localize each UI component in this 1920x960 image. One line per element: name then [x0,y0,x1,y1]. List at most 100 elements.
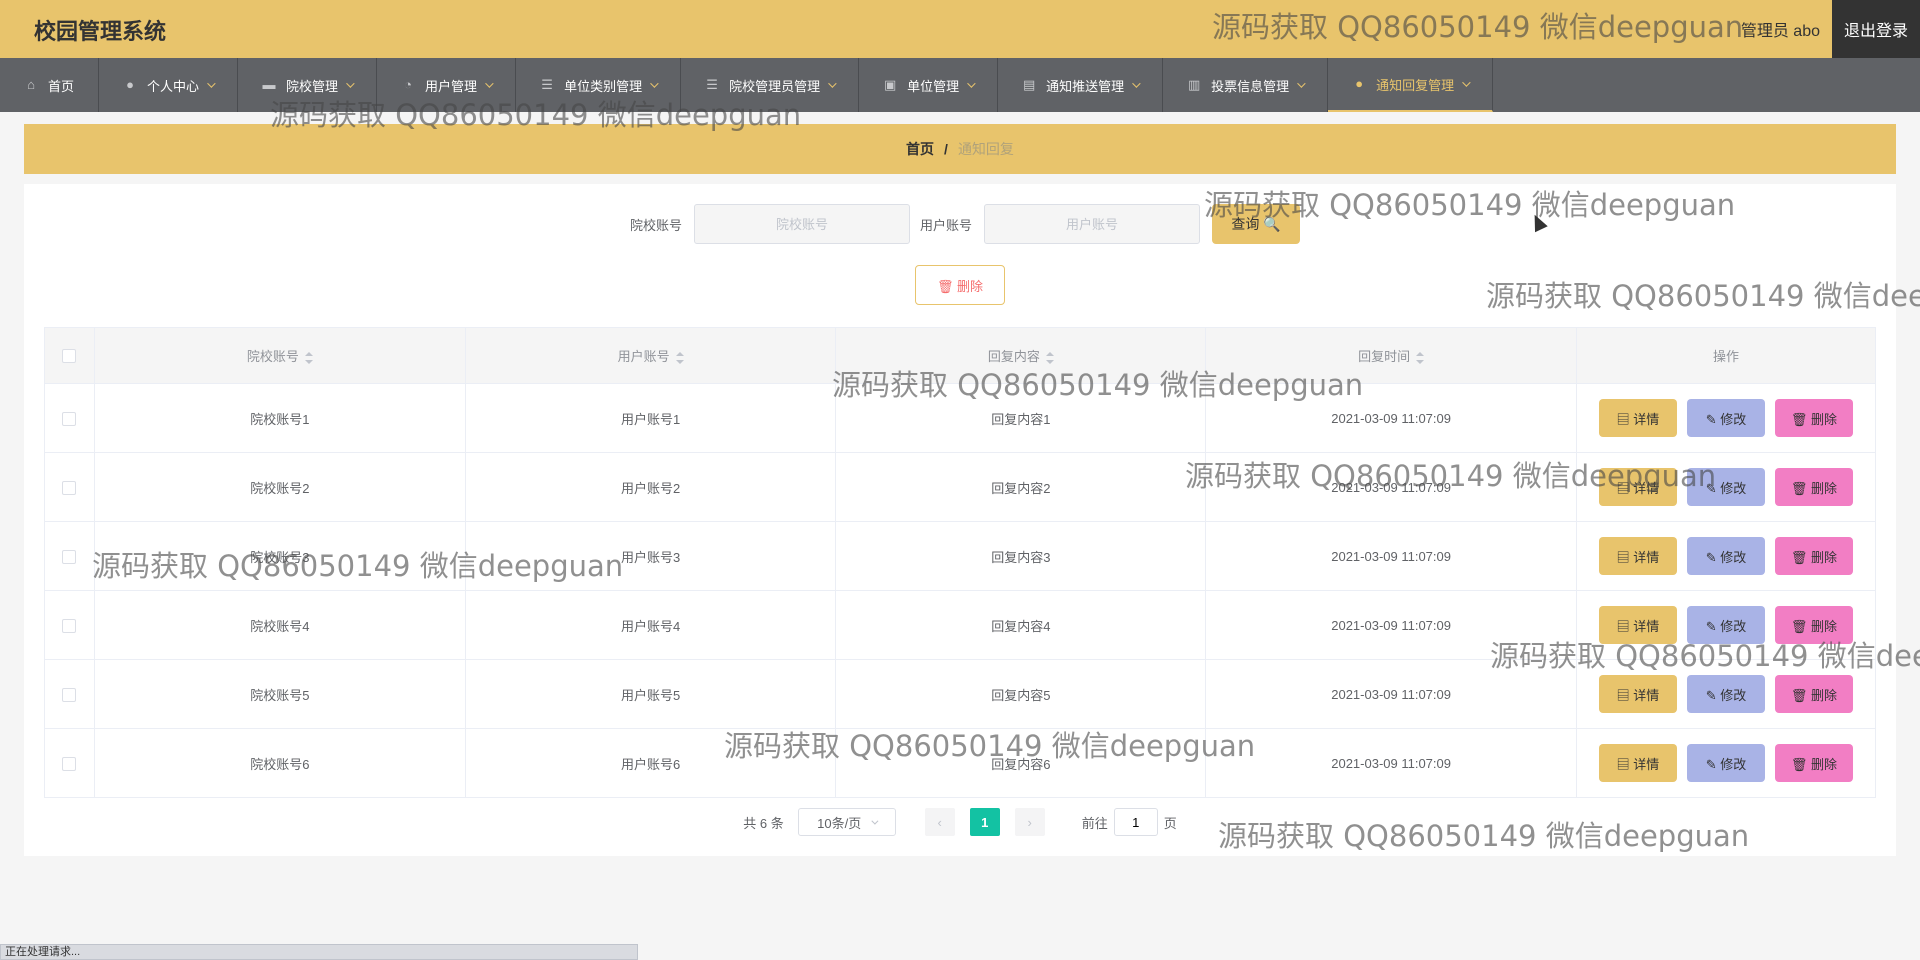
cell-actions: ▤ 详情 ✎ 修改 🗑 删除 [1576,590,1876,660]
table-row: 院校账号1 用户账号1 回复内容1 2021-03-09 11:07:09 ▤ … [44,383,1876,453]
cell-school: 院校账号2 [94,452,466,522]
column-header-school[interactable]: 院校账号 [94,327,466,384]
column-header-actions: 操作 [1576,327,1876,384]
nav-item-notice-reply-management[interactable]: ● 通知回复管理 [1328,58,1494,112]
search-form: 院校账号 用户账号 查询 🔍 [24,204,1896,244]
delete-button[interactable]: 🗑 删除 [1775,537,1853,575]
content-panel: 院校账号 用户账号 查询 🔍 🗑 删除 院校账号 用户账号 回复内容 回复时间 … [24,184,1896,856]
breadcrumb-home[interactable]: 首页 [906,139,934,159]
batch-delete-button[interactable]: 🗑 删除 [915,265,1005,305]
breadcrumb-separator: / [944,141,948,157]
detail-button[interactable]: ▤ 详情 [1599,399,1677,437]
delete-button[interactable]: 🗑 删除 [1775,468,1853,506]
column-header-user[interactable]: 用户账号 [465,327,837,384]
edit-button[interactable]: ✎ 修改 [1687,744,1765,782]
cell-actions: ▤ 详情 ✎ 修改 🗑 删除 [1576,728,1876,798]
goto-page-input[interactable] [1113,808,1158,836]
cell-actions: ▤ 详情 ✎ 修改 🗑 删除 [1576,452,1876,522]
sort-icon[interactable] [675,351,684,364]
reply-table: 院校账号 用户账号 回复内容 回复时间 操作 院校账号1 用户账号1 回复内容1… [44,327,1876,798]
detail-button[interactable]: ▤ 详情 [1599,744,1677,782]
prev-page-button[interactable]: ‹ [924,808,955,836]
chevron-left-icon: ‹ [937,814,942,830]
batch-actions: 🗑 删除 [24,265,1896,305]
detail-button[interactable]: ▤ 详情 [1599,675,1677,713]
user-area: 管理员 abo 退出登录 [1741,0,1920,58]
nav-item-label: 个人中心 [147,78,200,94]
table-row: 院校账号4 用户账号4 回复内容4 2021-03-09 11:07:09 ▤ … [44,590,1876,660]
nav-item-unit-management[interactable]: ▣ 单位管理 [859,58,999,112]
edit-button[interactable]: ✎ 修改 [1687,537,1765,575]
page-number-current[interactable]: 1 [969,808,1000,836]
chevron-down-icon [650,79,659,88]
logout-button[interactable]: 退出登录 [1832,0,1920,58]
nav-item-notice-push-management[interactable]: ▤ 通知推送管理 [998,58,1164,112]
cell-school: 院校账号4 [94,590,466,660]
row-checkbox-cell [44,659,95,729]
goto-prefix: 前往 [1081,815,1108,831]
sort-icon[interactable] [1416,351,1425,364]
chevron-down-icon [1297,79,1306,88]
select-all-checkbox[interactable] [62,349,77,364]
edit-button[interactable]: ✎ 修改 [1687,675,1765,713]
nav-item-home[interactable]: ⌂ 首页 [0,58,100,112]
user-account-input[interactable] [984,204,1201,244]
cell-school: 院校账号6 [94,728,466,798]
cell-time: 2021-03-09 11:07:09 [1205,521,1577,591]
detail-button[interactable]: ▤ 详情 [1599,468,1677,506]
nav-item-school-admin-management[interactable]: ☰ 院校管理员管理 [681,58,860,112]
delete-button[interactable]: 🗑 删除 [1775,399,1853,437]
edit-button[interactable]: ✎ 修改 [1687,468,1765,506]
delete-button[interactable]: 🗑 删除 [1775,744,1853,782]
pagination: 共 6 条 10条/页 ‹ 1 › 前往 页 [24,808,1896,836]
cell-time: 2021-03-09 11:07:09 [1205,728,1577,798]
nav-item-school-management[interactable]: ▬ 院校管理 [238,58,378,112]
row-checkbox[interactable] [62,618,77,633]
query-button[interactable]: 查询 🔍 [1212,204,1301,244]
row-checkbox[interactable] [62,756,77,771]
edit-button[interactable]: ✎ 修改 [1687,399,1765,437]
delete-button[interactable]: 🗑 删除 [1775,606,1853,644]
page-size-select[interactable]: 10条/页 [797,808,896,836]
nav-item-user-management[interactable]: ◔ 用户管理 [377,58,517,112]
bar-icon: ▥ [1187,77,1201,92]
school-account-input[interactable] [694,204,910,244]
edit-button[interactable]: ✎ 修改 [1687,606,1765,644]
browser-status-bar: 正在处理请求... [0,944,638,960]
chevron-down-icon [346,79,355,88]
cell-user: 用户账号1 [465,383,837,453]
table-header-row: 院校账号 用户账号 回复内容 回复时间 操作 [44,327,1876,384]
nav-item-vote-info-management[interactable]: ▥ 投票信息管理 [1163,58,1329,112]
sort-icon[interactable] [1045,351,1054,364]
sort-icon[interactable] [304,351,313,364]
school-account-label: 院校账号 [629,217,682,233]
row-checkbox-cell [44,521,95,591]
nav-item-label: 单位管理 [907,78,960,94]
cell-actions: ▤ 详情 ✎ 修改 🗑 删除 [1576,659,1876,729]
user-icon: ● [1355,76,1364,91]
cell-user: 用户账号4 [465,590,837,660]
row-checkbox[interactable] [62,480,77,495]
next-page-button[interactable]: › [1014,808,1045,836]
page-size-value: 10条/页 [817,815,862,831]
current-user-label: 管理员 abo [1740,23,1820,40]
nav-item-label: 单位类别管理 [564,78,643,94]
nav-item-label: 通知回复管理 [1376,77,1455,93]
breadcrumb-current: 通知回复 [957,141,1014,157]
delete-button[interactable]: 🗑 删除 [1775,675,1853,713]
row-checkbox[interactable] [62,549,77,564]
nav-item-label: 首页 [48,78,75,94]
detail-button[interactable]: ▤ 详情 [1599,537,1677,575]
nav-item-unit-category-management[interactable]: ☰ 单位类别管理 [516,58,682,112]
detail-button[interactable]: ▤ 详情 [1599,606,1677,644]
nav-item-personal-center[interactable]: ● 个人中心 [99,58,239,112]
row-checkbox[interactable] [62,687,77,702]
cell-time: 2021-03-09 11:07:09 [1205,383,1577,453]
column-header-content[interactable]: 回复内容 [835,327,1207,384]
briefcase-icon: ▤ [1022,77,1036,92]
column-header-time[interactable]: 回复时间 [1205,327,1577,384]
nav-item-label: 院校管理 [286,78,339,94]
cell-user: 用户账号5 [465,659,837,729]
pagination-total: 共 6 条 [743,815,784,831]
row-checkbox[interactable] [62,411,77,426]
